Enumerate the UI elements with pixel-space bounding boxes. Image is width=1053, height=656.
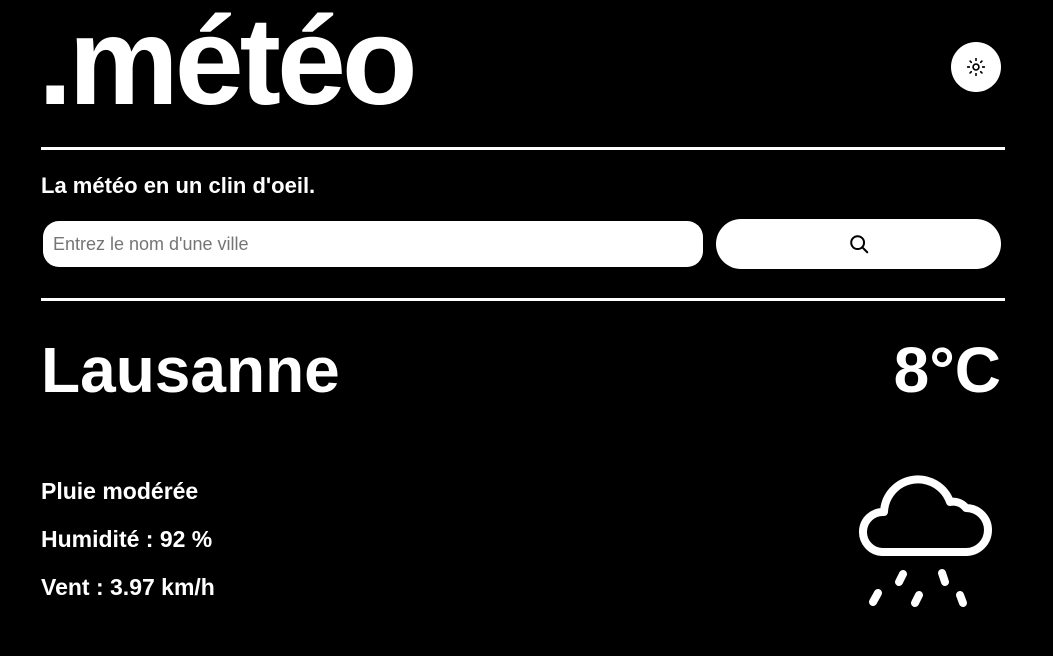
city-search-input[interactable]	[43, 221, 703, 267]
humidity: Humidité : 92 %	[41, 526, 213, 552]
search-icon	[848, 233, 870, 255]
search-divider	[41, 298, 1005, 301]
temperature: 8°C	[893, 334, 1001, 406]
header-divider	[41, 147, 1005, 150]
tagline: La météo en un clin d'oeil.	[41, 173, 316, 198]
app-logo: .météo	[38, 0, 418, 131]
theme-toggle-button[interactable]	[951, 42, 1001, 92]
weather-description: Pluie modérée	[41, 478, 199, 504]
weather-app: .météo La météo en un clin d'oeil. Entre…	[0, 0, 1053, 656]
cloud-rain-icon	[858, 462, 998, 614]
sun-icon	[966, 57, 986, 77]
wind-speed: Vent : 3.97 km/h	[41, 574, 215, 600]
city-name: Lausanne	[41, 334, 340, 406]
search-button[interactable]	[716, 219, 1001, 269]
